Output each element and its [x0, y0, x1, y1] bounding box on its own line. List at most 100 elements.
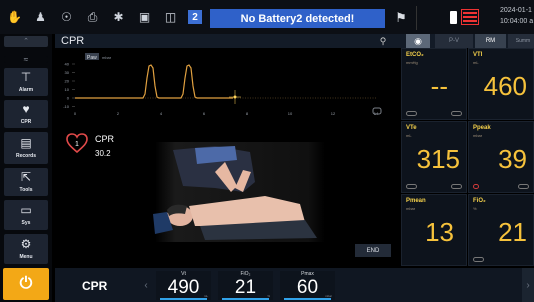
scroll-right-button[interactable]: ›: [522, 268, 534, 302]
pressure-waveform: Paw mbar 40 30 20 10 0 -10 0 2 4 6 8 10 12 14: [55, 48, 400, 122]
bell-icon[interactable]: ⚑: [391, 8, 411, 28]
parameter-panel: EtCO₂ mmHg -- VTI mL 460 VTe mL 315 Ppea…: [401, 48, 534, 266]
sidebar-item-sys[interactable]: ▭ Sys: [4, 200, 48, 230]
sidebar-item-label: CPR: [20, 119, 32, 125]
battery-number-badge: 2: [188, 10, 202, 24]
param-value: 460: [483, 71, 527, 101]
divider: [416, 6, 417, 30]
sidebar-item-label: Tools: [19, 187, 33, 193]
y-tick-label: 40: [65, 62, 70, 67]
alarm-icon: ⊤: [20, 70, 32, 84]
param-etco2[interactable]: EtCO₂ mmHg --: [401, 48, 467, 120]
param-vte[interactable]: VTe mL 315: [401, 121, 467, 193]
scroll-left-button[interactable]: ‹: [140, 271, 152, 299]
person-icon[interactable]: ♟: [29, 3, 52, 31]
param-unit: mmHg: [406, 60, 418, 65]
sidebar-item-tools[interactable]: ⇱ Tools: [4, 168, 48, 196]
freeze-icon[interactable]: ✱: [107, 3, 130, 31]
param-name: VTI: [473, 52, 483, 58]
limit-pill-low: [406, 184, 417, 189]
limit-pill-high: [451, 111, 462, 116]
setting-underline: [222, 298, 269, 300]
sidebar-item-label: Records: [15, 153, 36, 159]
shield-icon[interactable]: ☉: [55, 3, 78, 31]
hand-icon[interactable]: ✋: [3, 3, 26, 31]
param-pmean[interactable]: Pmean mbar 13: [401, 194, 467, 266]
end-button[interactable]: END: [355, 244, 391, 257]
pv-loop-button[interactable]: P-V: [435, 34, 473, 48]
limit-pill-high: [451, 184, 462, 189]
datetime: 2024-01-1 10:04:00 a: [500, 5, 533, 27]
date-text: 2024-01-1: [500, 7, 532, 14]
rm-button[interactable]: RM: [475, 34, 506, 48]
wifi-icon: ≈: [4, 55, 48, 64]
setting-underline: [284, 298, 331, 300]
alarm-marker: [473, 184, 479, 189]
x-ticks: 0 2 4 6 8 10 12 14: [74, 111, 379, 116]
param-unit: mL: [473, 60, 479, 65]
camera-icon: ◉: [414, 35, 422, 46]
y-tick-label: 0: [67, 96, 70, 101]
y-ticks: 40 30 20 10 0 -10: [63, 62, 75, 109]
cpr-illustration: [153, 142, 325, 242]
setting-vt[interactable]: Vt 490 mL: [156, 271, 211, 300]
chevron-left-icon: ‹: [144, 279, 148, 291]
x-tick-label: 0: [74, 111, 77, 116]
setting-value: 490: [167, 277, 200, 298]
wave-tag-unit: mbar: [102, 55, 112, 60]
gear-icon: ⚙: [20, 237, 32, 251]
sidebar-item-menu[interactable]: ⚙ Menu: [4, 234, 48, 264]
page-title: CPR: [61, 35, 85, 47]
param-name: Ppeak: [473, 125, 491, 131]
wrench-icon: ⇱: [20, 170, 32, 184]
limit-pill-low: [406, 111, 417, 116]
param-name: VTe: [406, 125, 417, 131]
sidebar-expand-button[interactable]: ⌃: [4, 36, 48, 47]
param-value: 315: [416, 144, 460, 174]
x-tick-label: 8: [246, 111, 249, 116]
sidebar-item-cpr[interactable]: ♥ CPR: [4, 100, 48, 128]
x-tick-label: 2: [117, 111, 120, 116]
param-value: 39: [498, 144, 527, 174]
power-button[interactable]: ⏻: [3, 268, 49, 300]
chevron-up-icon: ⌃: [23, 38, 29, 45]
param-name: FiO₂: [473, 198, 486, 204]
sidebar-item-records[interactable]: ▤ Records: [4, 132, 48, 164]
sidebar-item-alarm[interactable]: ⊤ Alarm: [4, 68, 48, 96]
setting-pmax[interactable]: Pmax 60 mbar: [280, 271, 335, 300]
printer-icon[interactable]: ⎙: [81, 3, 104, 31]
pressure-trace: [75, 64, 233, 99]
param-ppeak[interactable]: Ppeak mbar 39: [468, 121, 534, 193]
x-tick-label: 10: [288, 111, 293, 116]
param-unit: mbar: [406, 206, 416, 211]
setting-underline: [160, 298, 207, 300]
chevron-right-icon: ›: [526, 279, 530, 291]
search-button[interactable]: ⚲: [373, 34, 393, 48]
param-unit: mL: [406, 133, 412, 138]
y-tick-label: 20: [65, 79, 70, 84]
param-value: 13: [425, 217, 454, 247]
lock-icon[interactable]: ▣: [133, 3, 156, 31]
param-unit: %: [473, 206, 477, 211]
limit-pill-low: [473, 257, 484, 262]
param-fio2[interactable]: FiO₂ % 21: [468, 194, 534, 266]
page-header: CPR ⚲ ◉ P-V RM Summ: [55, 34, 534, 48]
summary-button[interactable]: Summ: [508, 34, 534, 48]
param-name: Pmean: [406, 198, 426, 204]
sidebar-item-label: Menu: [19, 254, 33, 260]
ventilation-mode[interactable]: CPR: [82, 279, 107, 293]
top-bar: ✋ ♟ ☉ ⎙ ✱ ▣ ◫ 2 No Battery2 detected! ⚑ …: [0, 0, 534, 34]
setting-fio2[interactable]: FiO₂ 21 %: [218, 271, 273, 300]
x-tick-label: 4: [160, 111, 163, 116]
param-value: 21: [498, 217, 527, 247]
waveform-svg: Paw mbar 403020100-10 0 2 4 6 8 10 12 14: [63, 53, 382, 116]
x-tick-label: 6: [203, 111, 206, 116]
param-name: EtCO₂: [406, 52, 424, 58]
param-vti[interactable]: VTI mL 460: [468, 48, 534, 120]
wave-tag-paw: Paw: [87, 55, 97, 61]
limit-pill-high: [518, 184, 529, 189]
trash-icon[interactable]: ◫: [159, 3, 182, 31]
alarm-banner[interactable]: No Battery2 detected!: [210, 9, 385, 28]
snapshot-button[interactable]: ◉: [406, 34, 430, 48]
heart-icon: ♥: [22, 102, 30, 116]
